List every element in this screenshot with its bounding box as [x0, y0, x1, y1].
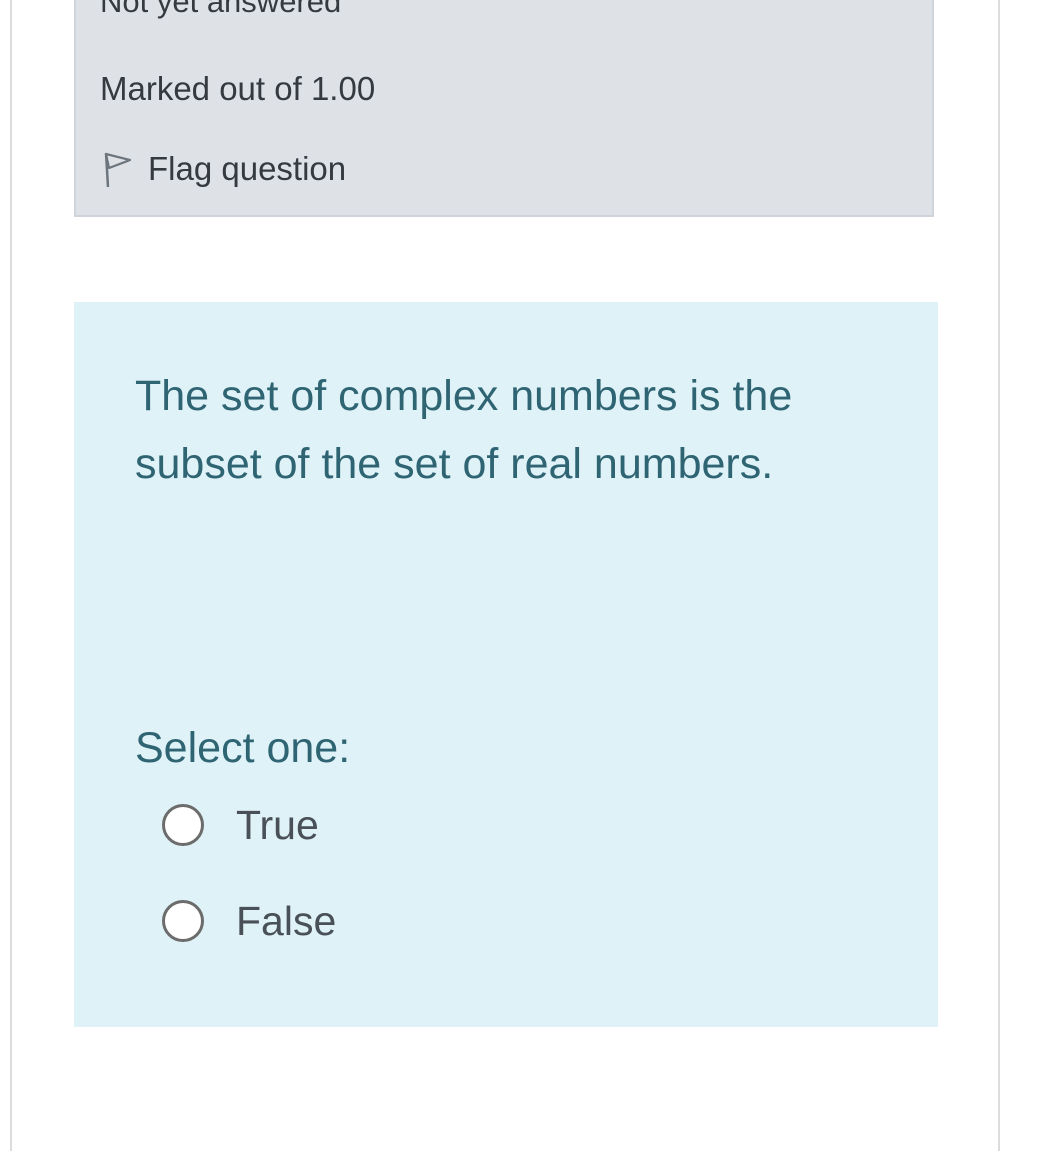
answer-prompt: Select one:	[135, 724, 351, 772]
answer-option-label: True	[236, 801, 319, 848]
question-grade: Marked out of 1.00	[100, 70, 376, 107]
question-text: The set of complex numbers is the subset…	[135, 372, 793, 488]
radio-unchecked-icon[interactable]	[162, 900, 204, 942]
content-border-right	[998, 0, 1000, 1151]
content-border-left	[10, 0, 12, 1151]
question-state: Not yet answered	[100, 0, 342, 19]
flag-question-link[interactable]: Flag question	[100, 148, 346, 190]
answer-option-false[interactable]: False	[162, 895, 336, 947]
answer-option-label: False	[236, 897, 337, 944]
answer-option-true[interactable]: True	[162, 799, 319, 851]
flag-question-label: Flag question	[148, 150, 347, 187]
quiz-page: Not yet answered Marked out of 1.00 Flag…	[0, 0, 1046, 1151]
flag-icon	[100, 149, 134, 189]
radio-unchecked-icon[interactable]	[162, 804, 204, 846]
